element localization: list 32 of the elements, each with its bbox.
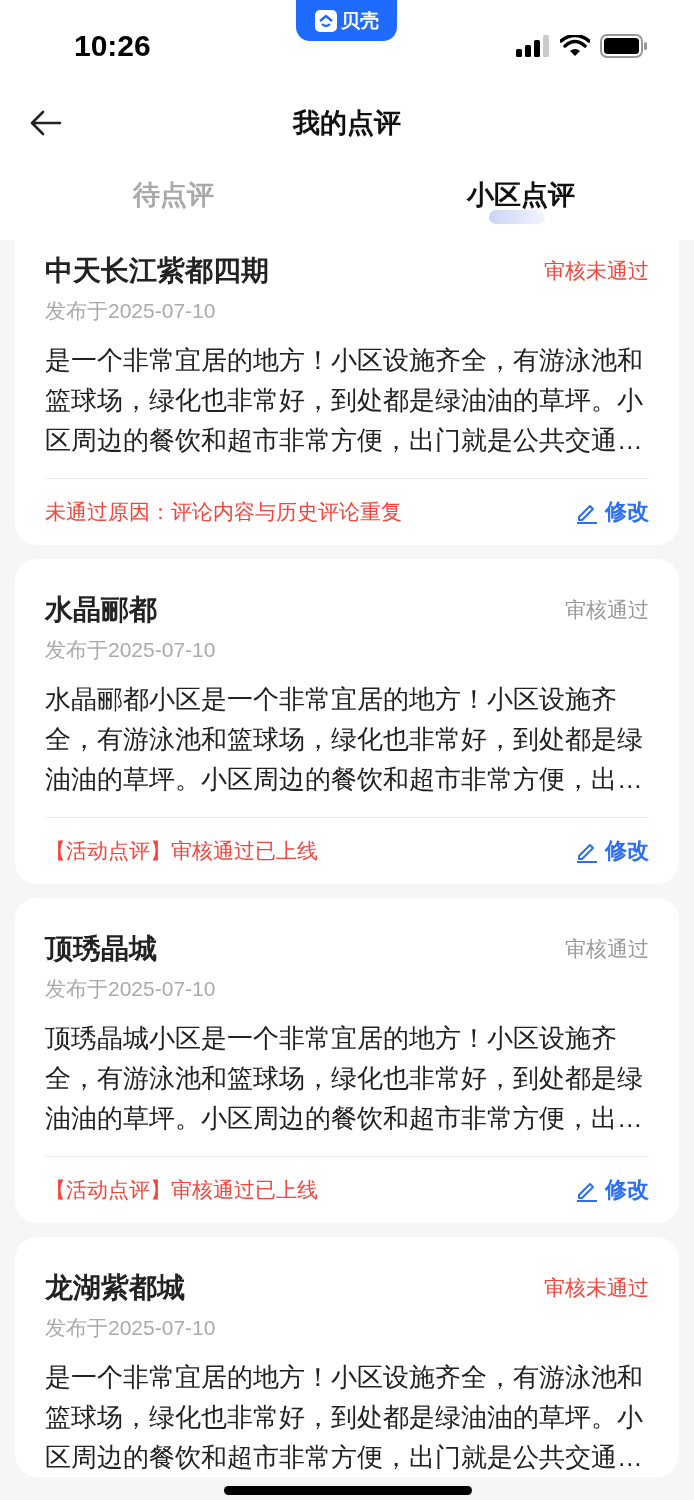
review-note: 【活动点评】审核通过已上线: [45, 838, 318, 864]
review-status: 审核未通过: [544, 258, 649, 284]
tab[interactable]: 待点评: [0, 178, 347, 224]
status-time: 10:26: [74, 29, 151, 63]
page-title: 我的点评: [293, 107, 401, 140]
edit-button[interactable]: 修改: [575, 497, 649, 527]
publish-date: 发布于2025-07-10: [45, 1315, 217, 1341]
edit-button[interactable]: 修改: [575, 836, 649, 866]
app-logo-icon: [314, 9, 337, 32]
publish-date: 发布于2025-07-10: [45, 976, 217, 1002]
community-name: 龙湖紫都城: [45, 1271, 185, 1305]
publish-date: 发布于2025-07-10: [45, 298, 217, 324]
community-name: 水晶郦都: [45, 593, 157, 627]
community-name: 顶琇晶城: [45, 932, 157, 966]
review-text: 是一个非常宜居的地方！小区设施齐全，有游泳池和篮球场，绿化也非常好，到处都是绿油油的草坪。小区周边的餐饮和超市非常方便，出门就是公共交通…: [45, 1362, 644, 1473]
review-text: 水晶郦都小区是一个非常宜居的地方！小区设施齐全，有游泳池和篮球场，绿化也非常好，到处都是绿油油的草坪。小区周边的餐饮和超市非常方便，出…: [45, 684, 644, 795]
community-name: 中天长江紫都四期: [45, 254, 269, 288]
tab[interactable]: 小区点评: [347, 178, 694, 224]
review-status: 审核通过: [565, 597, 649, 623]
review-status: 审核通过: [565, 936, 649, 962]
back-arrow-icon[interactable]: [30, 110, 62, 136]
signal-icon: [516, 35, 550, 57]
battery-icon: [600, 34, 648, 58]
app-badge-label: 贝壳: [340, 8, 379, 33]
review-text: 顶琇晶城小区是一个非常宜居的地方！小区设施齐全，有游泳池和篮球场，绿化也非常好，到处都是绿油油的草坪。小区周边的餐饮和超市非常方便，出…: [45, 1023, 644, 1134]
publish-date: 发布于2025-07-10: [45, 637, 217, 663]
review-note: 未通过原因：评论内容与历史评论重复: [45, 499, 402, 525]
edit-button[interactable]: 修改: [575, 1175, 649, 1205]
review-text: 是一个非常宜居的地方！小区设施齐全，有游泳池和篮球场，绿化也非常好，到处都是绿油油的草坪。小区周边的餐饮和超市非常方便，出门就是公共交通…: [45, 345, 644, 456]
review-note: 【活动点评】审核通过已上线: [45, 1177, 318, 1203]
wifi-icon: [560, 35, 590, 57]
review-status: 审核未通过: [544, 1275, 649, 1301]
